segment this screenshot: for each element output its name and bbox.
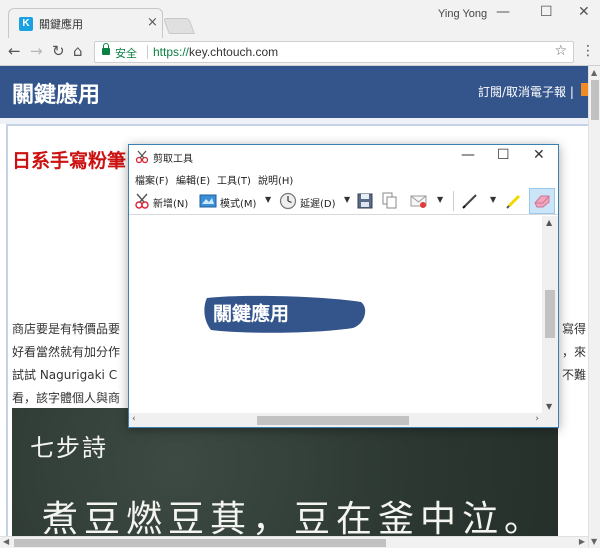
url-host: key.chtouch.com (189, 45, 279, 59)
page-horizontal-scrollbar[interactable]: ◀ ▶ (0, 536, 588, 548)
paragraph-line: 商店要是有特價品要 (12, 322, 121, 336)
back-icon[interactable]: ← (8, 43, 21, 59)
delay-dropdown-icon[interactable]: ▼ (344, 195, 350, 204)
pen-dropdown-icon[interactable]: ▼ (490, 195, 496, 204)
delay-button[interactable]: 延遲(D) (300, 195, 336, 210)
save-icon[interactable] (357, 192, 373, 210)
tab-close-icon[interactable]: × (147, 15, 158, 30)
lock-icon[interactable] (102, 43, 110, 55)
site-header: 關鍵應用 訂閱/取消電子報 | (0, 66, 588, 118)
reload-icon[interactable]: ↻ (52, 43, 65, 59)
scroll-up-icon[interactable]: ▲ (591, 68, 597, 77)
snipping-tool-title: 剪取工具 (153, 154, 193, 165)
new-snip-button[interactable]: 新增(N) (153, 195, 188, 210)
snip-canvas[interactable]: 關鍵應用 (129, 216, 542, 413)
home-icon[interactable]: ⌂ (73, 43, 83, 59)
scissors-icon (135, 150, 149, 164)
snip-scroll-down-icon[interactable]: ▼ (546, 402, 552, 411)
snip-horizontal-scrollbar[interactable]: ‹ › (129, 413, 542, 427)
secure-label[interactable]: 安全 (115, 45, 137, 61)
paragraph-line-tail: ，來 (562, 345, 587, 359)
chalk-text-title: 七步詩 (30, 434, 108, 462)
minimize-button[interactable]: — (496, 4, 510, 20)
send-snip-icon[interactable] (409, 192, 429, 210)
mode-button[interactable]: 模式(M) (220, 195, 256, 210)
scroll-right-icon[interactable]: ▶ (579, 537, 585, 546)
captured-snippet: 關鍵應用 (203, 294, 367, 334)
eraser-button[interactable] (529, 188, 555, 214)
snipping-tool-window: 剪取工具 — ☐ ✕ 檔案(F) 編輯(E) 工具(T) 說明(H) 新增(N)… (128, 144, 559, 428)
snip-close-button[interactable]: ✕ (533, 147, 545, 163)
scroll-thumb[interactable] (14, 539, 386, 547)
url-text[interactable]: https://key.chtouch.com (153, 45, 278, 59)
browser-menu-icon[interactable]: ⋮ (581, 43, 595, 59)
chalkboard-image: 七步詩 煮豆燃豆萁，豆在釜中泣。 (12, 408, 558, 548)
pen-icon[interactable] (461, 192, 479, 210)
chalk-text-poem: 煮豆燃豆萁，豆在釜中泣。 (42, 499, 547, 540)
site-title[interactable]: 關鍵應用 (12, 77, 100, 109)
new-snip-icon[interactable] (133, 192, 151, 210)
site-favicon-icon: K (19, 17, 33, 31)
url-scheme: https:// (153, 45, 190, 59)
snip-scroll-thumb[interactable] (257, 416, 409, 425)
snip-minimize-button[interactable]: — (461, 147, 475, 163)
menu-help[interactable]: 說明(H) (258, 172, 293, 187)
new-tab-button[interactable] (163, 18, 195, 34)
page-vertical-scrollbar[interactable]: ▲ ▼ (588, 66, 600, 548)
maximize-button[interactable]: ☐ (540, 4, 553, 20)
bookmark-star-icon[interactable]: ☆ (554, 43, 567, 59)
omnibox-divider (147, 45, 148, 59)
mode-icon[interactable] (199, 192, 217, 210)
paragraph-line: 看，該字體個人與商 (12, 391, 121, 405)
scroll-thumb[interactable] (591, 80, 599, 120)
eraser-icon (534, 195, 550, 208)
snip-scroll-up-icon[interactable]: ▲ (546, 218, 552, 227)
highlighter-icon[interactable] (505, 192, 523, 210)
snip-maximize-button[interactable]: ☐ (497, 147, 510, 163)
snip-scroll-right-icon[interactable]: › (535, 414, 539, 424)
clock-icon[interactable] (279, 192, 297, 210)
scroll-corner (542, 413, 558, 427)
paragraph-line-tail: 寫得 (562, 322, 587, 336)
paragraph-line: 試試 Nagurigaki C (12, 368, 118, 382)
snip-scroll-thumb[interactable] (545, 290, 555, 338)
send-dropdown-icon[interactable]: ▼ (437, 195, 443, 204)
profile-name[interactable]: Ying Yong (438, 8, 487, 20)
rss-icon[interactable] (581, 83, 588, 96)
article-title[interactable]: 日系手寫粉筆 (12, 146, 126, 173)
snip-scroll-left-icon[interactable]: ‹ (132, 414, 136, 424)
toolbar-separator (453, 191, 454, 211)
copy-icon[interactable] (382, 192, 398, 210)
browser-toolbar: ← → ↻ ⌂ 安全 https://key.chtouch.com ☆ ⋮ (0, 38, 600, 66)
forward-icon[interactable]: → (30, 43, 43, 59)
tab-title: 關鍵應用 (39, 18, 83, 31)
snip-toolbar: 新增(N) 模式(M) ▼ 延遲(D) ▼ ▼ ▼ (129, 187, 558, 215)
menu-tools[interactable]: 工具(T) (217, 172, 251, 187)
scroll-down-icon[interactable]: ▼ (591, 537, 597, 546)
address-bar[interactable]: 安全 https://key.chtouch.com ☆ (94, 41, 574, 63)
browser-titlebar: K 關鍵應用 × Ying Yong — ☐ ✕ (0, 0, 600, 38)
snip-menubar: 檔案(F) 編輯(E) 工具(T) 說明(H) (129, 169, 558, 187)
menu-file[interactable]: 檔案(F) (135, 172, 169, 187)
snip-vertical-scrollbar[interactable]: ▲ ▼ (542, 216, 558, 413)
snipping-tool-titlebar: 剪取工具 — ☐ ✕ (129, 145, 558, 169)
scroll-left-icon[interactable]: ◀ (3, 537, 9, 546)
snippet-text: 關鍵應用 (213, 303, 290, 325)
paragraph-line-tail: 不難 (562, 368, 587, 382)
close-button[interactable]: ✕ (578, 4, 590, 20)
newsletter-link[interactable]: 訂閱/取消電子報 | (478, 83, 574, 100)
browser-tab[interactable]: K 關鍵應用 × (8, 8, 163, 38)
menu-edit[interactable]: 編輯(E) (176, 172, 210, 187)
mode-dropdown-icon[interactable]: ▼ (265, 195, 271, 204)
paragraph-line: 好看當然就有加分作 (12, 345, 121, 359)
